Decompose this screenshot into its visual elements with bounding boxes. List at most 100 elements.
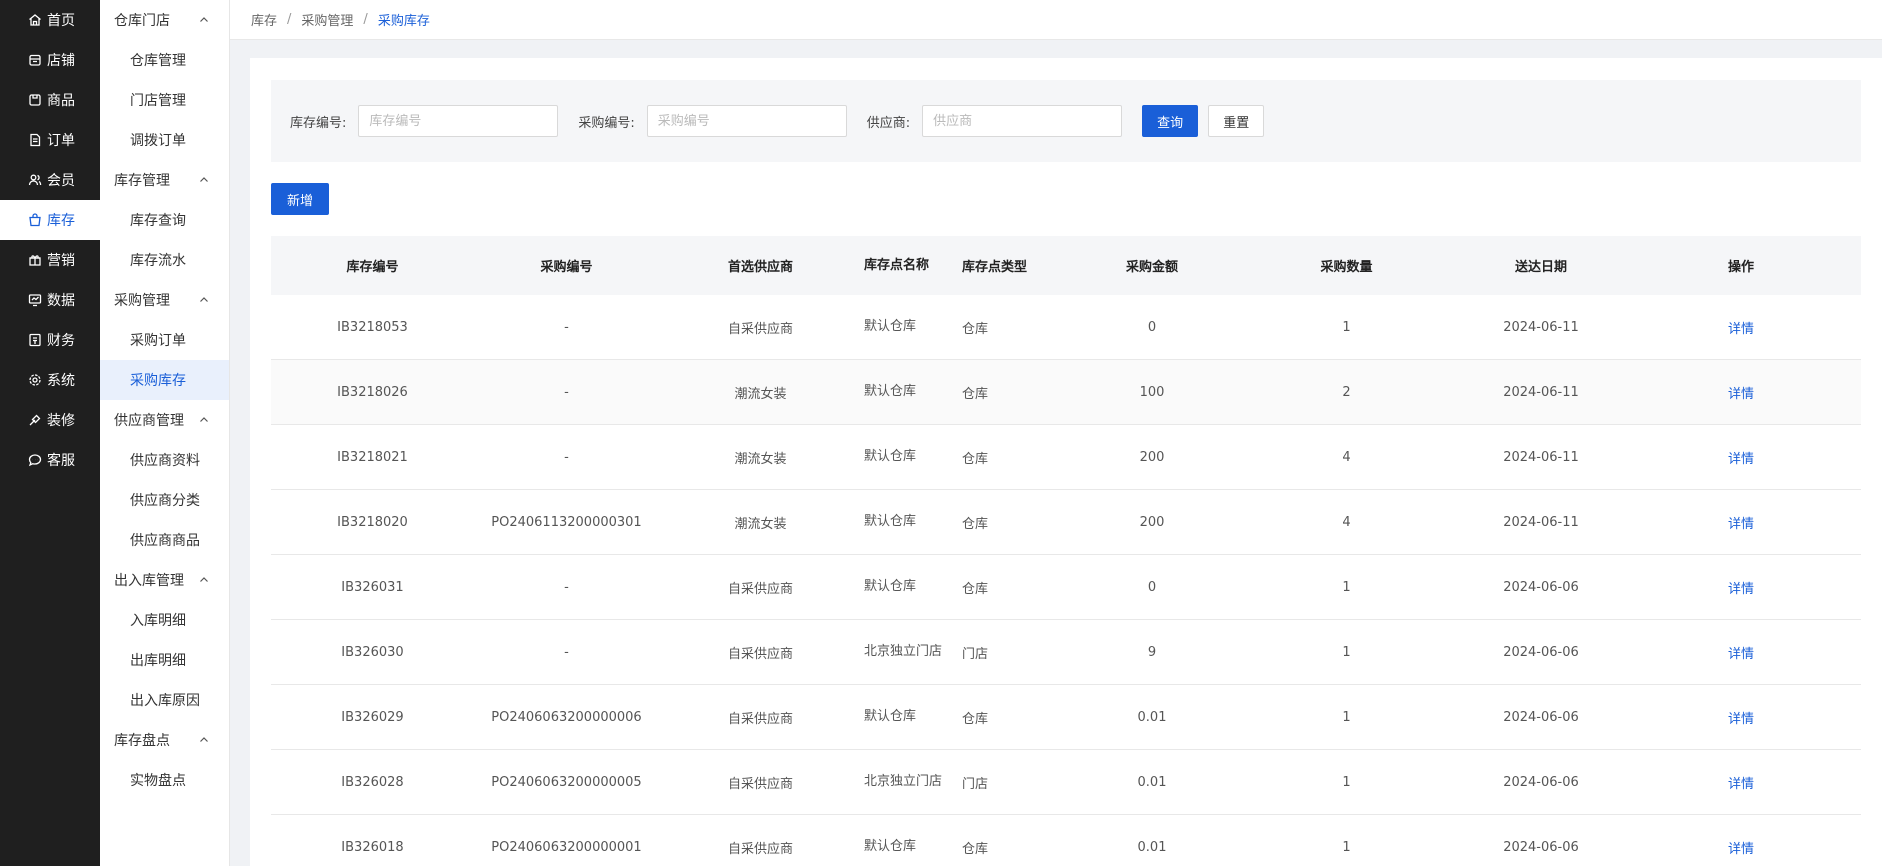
cell-quantity: 4 (1342, 449, 1351, 465)
cell-supplier: 自采供应商 (727, 581, 793, 597)
cell-quantity: 1 (1342, 774, 1351, 790)
column-header: 首选供应商 (727, 260, 793, 275)
cell-stock-no: IB3218020 (337, 514, 408, 530)
chevron-up-icon (200, 177, 208, 182)
query-button[interactable]: 查询 (1142, 105, 1199, 137)
group-stock-management[interactable]: 库存管理 (100, 160, 229, 200)
table-row: IB326029 PO2406063200000006 自采供应商 默认仓库 仓… (271, 685, 1861, 750)
cell-amount: 0 (1147, 579, 1157, 595)
filter-bar: 库存编号: 采购编号: 供应商: 查询 重置 (271, 80, 1861, 162)
detail-link[interactable]: 详情 (1728, 838, 1754, 857)
supplier-input[interactable] (922, 105, 1123, 137)
cell-location-name: 北京独立门店 (864, 644, 943, 659)
reset-button[interactable]: 重置 (1208, 105, 1265, 137)
chat-icon (28, 453, 42, 467)
detail-link[interactable]: 详情 (1728, 448, 1754, 467)
cell-purchase-no: - (564, 319, 569, 335)
sub-item-store[interactable]: 门店管理 (100, 80, 229, 120)
group-stocktaking[interactable]: 库存盘点 (100, 720, 229, 760)
nav-item-marketing[interactable]: 营销 (0, 240, 100, 280)
breadcrumb-separator: / (287, 12, 292, 27)
nav-item-finance[interactable]: 财务 (0, 320, 100, 360)
nav-item-system[interactable]: 系统 (0, 360, 100, 400)
sub-item-supplier-info[interactable]: 供应商资料 (100, 440, 229, 480)
cell-stock-no: IB3218026 (337, 384, 408, 400)
group-inout-management[interactable]: 出入库管理 (100, 560, 229, 600)
cell-amount: 0 (1147, 319, 1157, 335)
sub-item-supplier-category[interactable]: 供应商分类 (100, 480, 229, 520)
cell-stock-no: IB3218021 (337, 449, 408, 465)
sub-item-inbound-detail[interactable]: 入库明细 (100, 600, 229, 640)
cell-purchase-no: - (564, 644, 569, 660)
cell-amount: 200 (1139, 449, 1165, 465)
detail-link[interactable]: 详情 (1728, 513, 1754, 532)
cell-supplier: 潮流女装 (734, 386, 787, 402)
detail-link[interactable]: 详情 (1728, 773, 1754, 792)
nav-item-order[interactable]: 订单 (0, 120, 100, 160)
sub-item-transfer-order[interactable]: 调拨订单 (100, 120, 229, 160)
detail-link[interactable]: 详情 (1728, 383, 1754, 402)
stock-no-input[interactable] (358, 105, 559, 137)
nav-item-store[interactable]: 店铺 (0, 40, 100, 80)
cell-location-type: 仓库 (962, 516, 989, 532)
nav-item-goods[interactable]: 商品 (0, 80, 100, 120)
sub-item-stock-query[interactable]: 库存查询 (100, 200, 229, 240)
nav-item-inventory[interactable]: 库存 (0, 200, 100, 240)
purchase-no-label: 采购编号: (578, 115, 635, 131)
sub-item-purchase-order[interactable]: 采购订单 (100, 320, 229, 360)
sub-item-warehouse[interactable]: 仓库管理 (100, 40, 229, 80)
cell-location-type: 仓库 (962, 711, 989, 727)
nav-item-decorate[interactable]: 装修 (0, 400, 100, 440)
breadcrumb: 库存 / 采购管理 / 采购库存 (230, 0, 1882, 40)
nav-label: 会员 (47, 173, 75, 189)
cell-location-type: 仓库 (962, 321, 989, 337)
nav-item-home[interactable]: 首页 (0, 0, 100, 40)
cell-delivery-date: 2024-06-11 (1503, 514, 1579, 530)
main-sidebar: 首页 店铺 商品 订单 会员 库存 营销 数据 财务 系统 装修 客服 (0, 0, 100, 866)
breadcrumb-item[interactable]: 采购管理 (301, 10, 353, 29)
nav-label: 装修 (47, 413, 75, 429)
sub-item-outbound-detail[interactable]: 出库明细 (100, 640, 229, 680)
purchase-no-input[interactable] (646, 105, 847, 137)
group-purchase-management[interactable]: 采购管理 (100, 280, 229, 320)
cell-supplier: 自采供应商 (727, 711, 793, 727)
detail-link[interactable]: 详情 (1728, 318, 1754, 337)
add-button[interactable]: 新增 (271, 183, 329, 215)
gift-icon (28, 253, 42, 267)
goods-icon (28, 93, 42, 107)
sub-item-supplier-goods[interactable]: 供应商商品 (100, 520, 229, 560)
nav-item-member[interactable]: 会员 (0, 160, 100, 200)
cell-purchase-no: PO2406063200000006 (491, 709, 642, 725)
nav-label: 库存 (47, 213, 75, 229)
sub-item-inout-reason[interactable]: 出入库原因 (100, 680, 229, 720)
stock-no-label: 库存编号: (290, 115, 347, 131)
sub-sidebar: 仓库门店 仓库管理 门店管理 调拨订单 库存管理 库存查询 库存流水 采购管理 … (100, 0, 230, 866)
nav-item-service[interactable]: 客服 (0, 440, 100, 480)
cell-location-name: 默认仓库 (864, 449, 917, 464)
breadcrumb-item[interactable]: 库存 (251, 10, 277, 29)
sub-item-purchase-stock[interactable]: 采购库存 (100, 360, 229, 400)
nav-item-data[interactable]: 数据 (0, 280, 100, 320)
sub-item-physical-count[interactable]: 实物盘点 (100, 760, 229, 800)
cell-quantity: 4 (1342, 514, 1351, 530)
cell-delivery-date: 2024-06-11 (1503, 319, 1579, 335)
detail-link[interactable]: 详情 (1728, 643, 1754, 662)
table-row: IB3218021 - 潮流女装 默认仓库 仓库 200 4 2024-06-1… (271, 425, 1861, 490)
table-row: IB326018 PO2406063200000001 自采供应商 默认仓库 仓… (271, 815, 1861, 866)
chevron-up-icon (200, 17, 208, 22)
sub-item-stock-flow[interactable]: 库存流水 (100, 240, 229, 280)
group-title: 库存盘点 (114, 733, 170, 749)
cell-amount: 200 (1139, 514, 1165, 530)
cell-quantity: 1 (1342, 644, 1351, 660)
cell-location-name: 默认仓库 (864, 839, 917, 854)
group-supplier-management[interactable]: 供应商管理 (100, 400, 229, 440)
detail-link[interactable]: 详情 (1728, 578, 1754, 597)
breadcrumb-current: 采购库存 (377, 14, 430, 29)
cell-supplier: 自采供应商 (727, 321, 793, 337)
cell-quantity: 1 (1342, 319, 1351, 335)
detail-link[interactable]: 详情 (1728, 708, 1754, 727)
cell-location-type: 仓库 (962, 451, 989, 467)
breadcrumb-separator: / (363, 12, 368, 27)
group-warehouse-store[interactable]: 仓库门店 (100, 0, 229, 40)
column-header: 库存点类型 (962, 260, 1028, 275)
